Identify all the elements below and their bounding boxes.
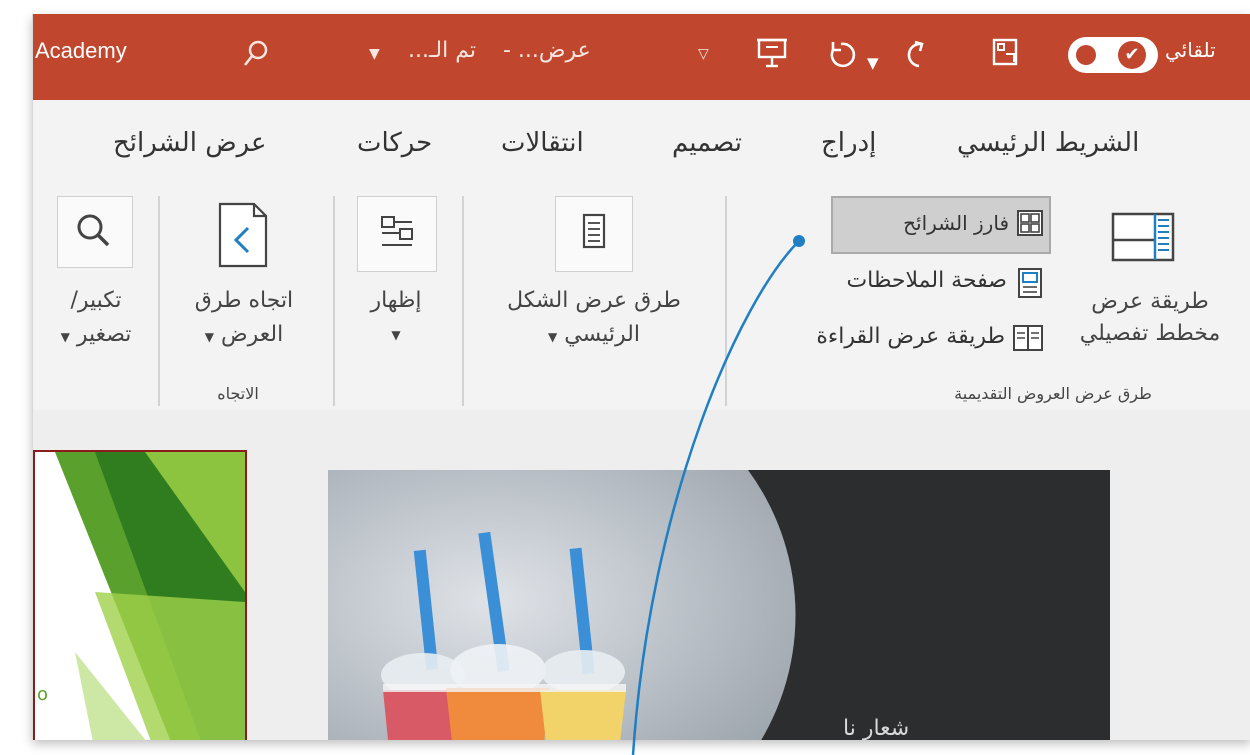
check-icon: ✔ [1118, 41, 1146, 69]
master-views-label-line1: طرق عرض الشكل [469, 284, 719, 318]
normal-view-button[interactable] [1105, 202, 1183, 274]
master-views-label[interactable]: طرق عرض الشكل الرئيسي ▼ [469, 284, 719, 354]
workspace: o شعار نا [33, 410, 1250, 740]
chevron-down-icon: ▼ [391, 328, 401, 342]
app-name-fragment: Academy [35, 38, 127, 63]
page-direction-icon [218, 202, 268, 268]
notes-page-label: صفحة الملاحظات [846, 268, 1007, 293]
group-separator [462, 196, 464, 406]
tab-slide-show[interactable]: عرض الشرائح [113, 128, 267, 158]
master-view-icon [582, 213, 606, 249]
master-views-label-line2: الرئيسي ▼ [469, 318, 719, 354]
svg-text:o: o [37, 684, 48, 705]
toggle-knob [1076, 45, 1096, 65]
tab-animations[interactable]: حركات [357, 128, 432, 158]
outline-view-icon [1111, 212, 1175, 262]
autosave-toggle[interactable]: ✔ [1068, 37, 1158, 73]
group-separator [333, 196, 335, 406]
show-label[interactable]: إظهار ▼ [353, 284, 439, 352]
direction-label-line2: العرض ▼ [173, 318, 315, 354]
zoom-label[interactable]: تكبير/ تصغير ▼ [41, 284, 151, 354]
chevron-down-icon: ▼ [204, 330, 215, 344]
tab-home[interactable]: الشريط الرئيسي [957, 128, 1139, 158]
zoom-label-line2: تصغير ▼ [41, 318, 151, 354]
green-theme-thumbnail: o [35, 452, 245, 740]
tab-transitions[interactable]: انتقالات [501, 128, 584, 158]
show-button[interactable] [357, 196, 437, 272]
zoom-button[interactable] [57, 196, 133, 268]
file-status-fragment: تم الـ... [408, 38, 476, 63]
tab-insert[interactable]: إدراج [821, 128, 876, 158]
current-slide[interactable]: شعار نا [328, 470, 1110, 740]
master-views-label-text2: الرئيسي [564, 322, 640, 347]
direction-label-line1: اتجاه طرق [194, 288, 294, 313]
presentation-views-group-label: طرق عرض العروض التقديمية [954, 384, 1152, 403]
slide-caption: شعار نا [843, 716, 910, 740]
slide-sorter-icon [1017, 210, 1043, 236]
group-separator [725, 196, 727, 406]
powerpoint-window: Academy ▼ تم الـ... عرض... - ▽ ▼ ✔ تلقائ… [32, 14, 1250, 740]
notes-page-icon [1017, 268, 1043, 298]
quick-access-dropdown-icon[interactable]: ▽ [698, 46, 709, 62]
normal-view-label-line2: مخطط تفصيلي [1079, 321, 1221, 346]
autosave-label: تلقائي [1165, 38, 1216, 62]
magnifier-icon [77, 214, 110, 247]
file-dropdown-icon[interactable]: ▼ [369, 46, 380, 62]
direction-label-text: العرض [221, 322, 284, 347]
slides-icon[interactable] [989, 36, 1023, 78]
direction-label[interactable]: اتجاه طرق العرض ▼ [173, 284, 315, 354]
reading-view-label: طريقة عرض القراءة [816, 324, 1005, 349]
title-bar: Academy ▼ تم الـ... عرض... - ▽ ▼ ✔ تلقائ… [33, 14, 1250, 100]
direction-group-label: الاتجاه [217, 384, 259, 403]
chevron-down-icon: ▼ [548, 330, 558, 344]
slide-sorter-label: فارز الشرائح [903, 211, 1009, 235]
undo-icon[interactable] [823, 36, 859, 80]
master-views-button[interactable] [555, 196, 633, 272]
direction-button[interactable] [208, 196, 278, 274]
undo-dropdown-icon[interactable]: ▼ [867, 46, 879, 80]
slide-sorter-button[interactable]: فارز الشرائح [831, 196, 1051, 254]
group-separator [158, 196, 160, 406]
ribbon-tabs: الشريط الرئيسي إدراج تصميم انتقالات حركا… [33, 100, 1250, 178]
show-icon [381, 216, 413, 246]
normal-view-label-line1: طريقة عرض [1091, 289, 1209, 314]
present-icon[interactable] [755, 36, 789, 78]
redo-icon[interactable] [895, 36, 931, 80]
master-views-label-text: طرق عرض الشكل [507, 288, 681, 313]
slide-thumbnail[interactable]: o [33, 450, 247, 740]
document-title-fragment: عرض... - [503, 38, 591, 63]
chevron-down-icon: ▼ [60, 330, 70, 344]
notes-page-button[interactable]: صفحة الملاحظات [781, 264, 1047, 304]
zoom-label-line1: تكبير/ [70, 288, 122, 313]
reading-view-button[interactable]: طريقة عرض القراءة [763, 320, 1047, 360]
show-label-text: إظهار [370, 288, 422, 313]
normal-view-label[interactable]: طريقة عرض مخطط تفصيلي [1055, 286, 1245, 350]
tab-design[interactable]: تصميم [672, 128, 742, 158]
reading-view-icon [1013, 324, 1043, 352]
ribbon-view: طريقة عرض مخطط تفصيلي فارز الشرائح صفحة … [33, 178, 1250, 411]
zoom-label-text: تصغير [76, 322, 132, 347]
search-icon[interactable] [241, 38, 271, 76]
slide-image [328, 470, 1110, 740]
